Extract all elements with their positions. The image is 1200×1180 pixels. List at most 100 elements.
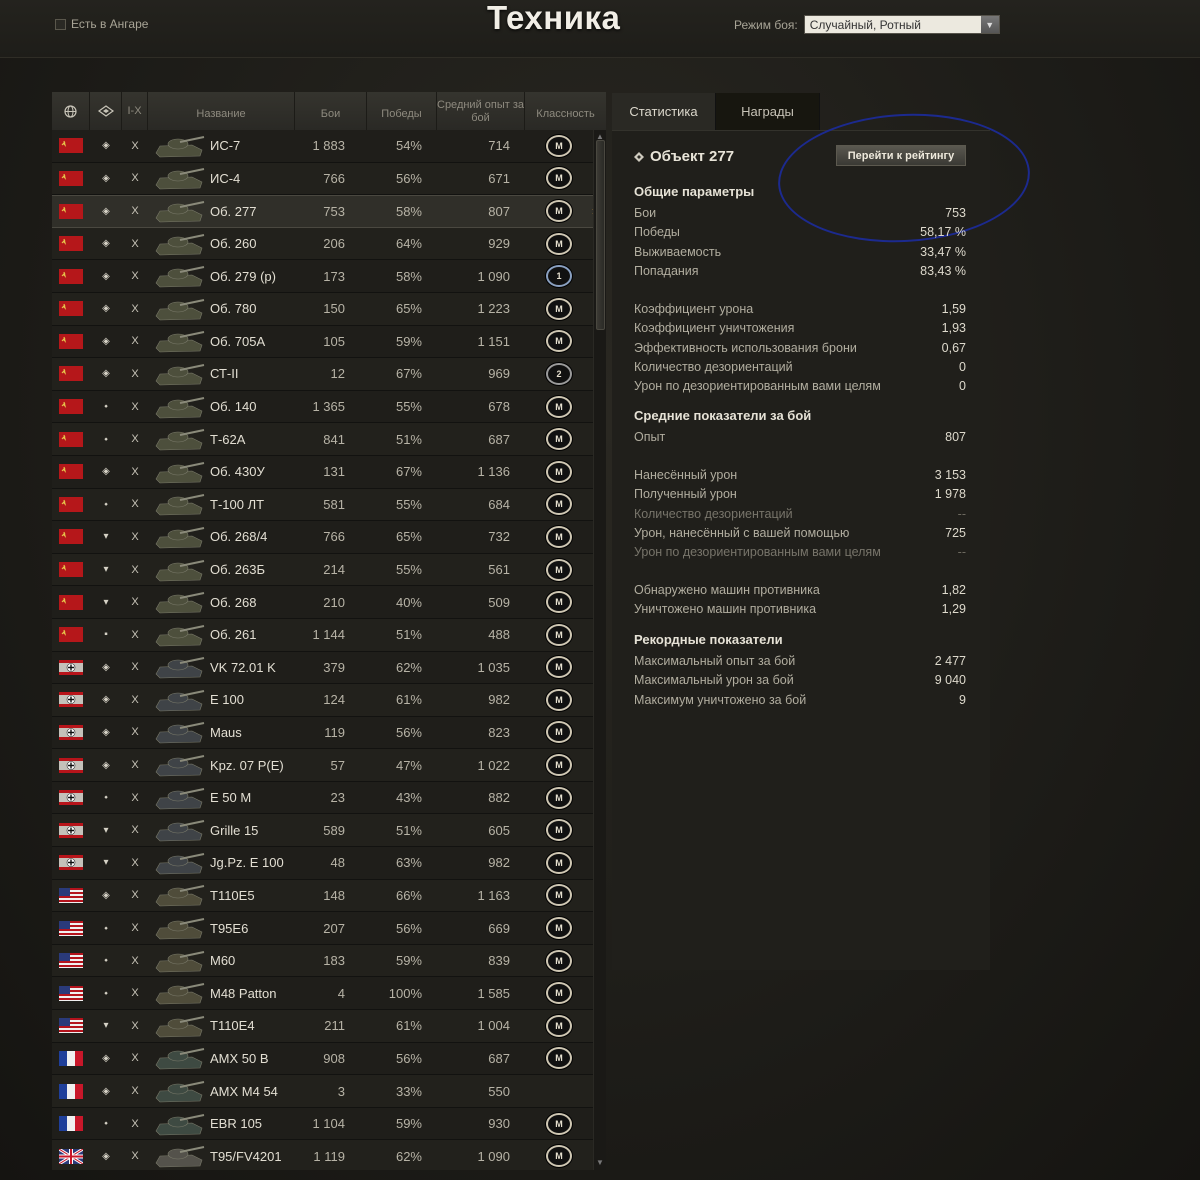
table-row[interactable]: ◈ X Об. 260 206 64% 929 M xyxy=(52,227,593,261)
wins-cell: 58% xyxy=(395,203,422,219)
ussr-flag-icon xyxy=(59,301,83,317)
wins-cell: 56% xyxy=(395,1050,422,1066)
sort-tier-header[interactable]: I-X xyxy=(122,92,148,130)
table-row[interactable]: ⬩ X E 50 M 23 43% 882 M xyxy=(52,781,593,815)
vehicle-name: Т-62А xyxy=(210,431,246,447)
table-row[interactable]: ◈ X Об. 705А 105 59% 1 151 M xyxy=(52,325,593,359)
in-hangar-filter[interactable]: Есть в Ангаре xyxy=(55,17,148,31)
in-hangar-checkbox[interactable] xyxy=(55,18,66,30)
tier-cell: X xyxy=(131,987,139,1000)
sort-name-header[interactable]: Название xyxy=(148,92,295,130)
mastery-cell: M xyxy=(525,884,593,907)
table-row[interactable]: ⬩ X EBR 105 1 104 59% 930 M xyxy=(52,1107,593,1141)
table-row[interactable]: ◈ X Об. 780 150 65% 1 223 M xyxy=(52,292,593,326)
table-row[interactable]: ▾ X T110E4 211 61% 1 004 M xyxy=(52,1010,593,1043)
stat-value: 2 477 xyxy=(934,654,966,668)
table-row[interactable]: ⬩ X T95E6 207 56% 669 M xyxy=(52,912,593,945)
table-row[interactable]: ◈ X T110E5 148 66% 1 163 M xyxy=(52,879,593,913)
ussr-flag-icon xyxy=(59,464,83,480)
battle-mode-select[interactable]: Случайный, Ротный ▼ xyxy=(803,15,1000,34)
tab-statistics[interactable]: Статистика xyxy=(612,93,716,130)
sort-mastery-header[interactable]: Классность xyxy=(525,92,606,130)
table-row[interactable]: ▾ X Jg.Pz. E 100 48 63% 982 M xyxy=(52,847,593,880)
table-row[interactable]: ◈XОб. 27775358%807M› xyxy=(52,195,596,228)
stat-label: Попадания xyxy=(634,263,699,278)
vehicle-name: Jg.Pz. E 100 xyxy=(210,855,284,871)
name-cell: Kpz. 07 P(E) xyxy=(148,750,295,780)
sort-battles-header[interactable]: Бои xyxy=(295,92,367,130)
battles-cell: 183 xyxy=(323,953,345,969)
tier-cell: X xyxy=(131,400,139,413)
wins-cell: 61% xyxy=(395,1018,422,1034)
tier-cell: X xyxy=(131,270,139,283)
mastery-badge-icon: M xyxy=(546,493,572,516)
vehicle-type-icon: ◈ xyxy=(102,205,110,217)
table-row[interactable]: ▾ X Об. 263Б 214 55% 561 M xyxy=(52,553,593,587)
mastery-badge-icon: M xyxy=(546,1047,572,1070)
table-row[interactable]: ◈ X ИС-4 766 56% 671 M xyxy=(52,162,593,196)
avg-exp-cell: 684 xyxy=(488,496,510,512)
table-row[interactable]: ⬩ X M48 Patton 4 100% 1 585 M xyxy=(52,977,593,1011)
tank-icon xyxy=(155,135,205,158)
table-row[interactable]: ▾ X Grille 15 589 51% 605 M xyxy=(52,814,593,848)
sort-type-header[interactable] xyxy=(90,92,122,130)
nation-cell xyxy=(52,594,90,610)
scrollbar[interactable]: ▲ ▼ xyxy=(593,130,606,1170)
scroll-down-icon[interactable]: ▼ xyxy=(595,1158,605,1168)
chevron-down-icon[interactable]: ▼ xyxy=(980,16,999,33)
table-row[interactable]: ◈ X AMX 50 B 908 56% 687 M xyxy=(52,1042,593,1076)
section-general-title: Общие параметры xyxy=(634,184,755,199)
vehicle-name: СТ-II xyxy=(210,366,239,382)
mastery-badge-icon: M xyxy=(546,917,572,940)
table-row[interactable]: ⬩ X Т-62А 841 51% 687 M xyxy=(52,423,593,456)
battles-cell: 23 xyxy=(330,790,345,806)
tank-icon xyxy=(155,918,205,940)
vehicle-name: T110E5 xyxy=(210,887,255,903)
table-row[interactable]: ◈ X AMX M4 54 3 33% 550 xyxy=(52,1075,593,1108)
table-row[interactable]: ▾ X Об. 268/4 766 65% 732 M xyxy=(52,521,593,554)
table-row[interactable]: ◈ X Kpz. 07 P(E) 57 47% 1 022 M xyxy=(52,749,593,782)
battles-cell: 48 xyxy=(330,855,345,871)
table-row[interactable]: ◈ X VK 72.01 K 379 62% 1 035 M xyxy=(52,651,593,685)
sort-wins-header[interactable]: Победы xyxy=(367,92,437,130)
table-row[interactable]: ▪ X Об. 261 1 144 51% 488 M xyxy=(52,618,593,652)
stat-value: 0,67 xyxy=(941,340,966,355)
battles-cell: 119 xyxy=(324,724,345,740)
wins-cell: 56% xyxy=(395,170,422,186)
nation-cell xyxy=(52,1116,90,1132)
vehicle-name: ИС-7 xyxy=(210,138,241,154)
name-cell: Об. 430У xyxy=(148,457,295,487)
table-row[interactable]: ◈ X Maus 119 56% 823 M xyxy=(52,716,593,750)
tab-awards[interactable]: Награды xyxy=(716,93,820,130)
tank-icon xyxy=(155,331,205,353)
sort-nation-header[interactable] xyxy=(52,92,90,130)
table-row[interactable]: ⬩ X Об. 140 1 365 55% 678 M xyxy=(52,390,593,424)
sort-avg-exp-header[interactable]: Средний опыт за бой xyxy=(437,92,525,130)
tier-cell: X xyxy=(131,530,139,543)
battles-cell: 12 xyxy=(330,366,345,382)
nation-cell xyxy=(52,138,90,154)
scrollbar-thumb[interactable] xyxy=(596,140,605,330)
wins-cell: 66% xyxy=(395,887,422,903)
mastery-badge-icon: M xyxy=(546,819,572,842)
table-row[interactable]: ◈ X СТ-II 12 67% 969 2 xyxy=(52,358,593,391)
table-row[interactable]: ◈ X ИС-7 1 883 54% 714 M xyxy=(52,130,593,163)
tank-icon xyxy=(155,494,205,516)
avg-exp-cell: 1 090 xyxy=(477,1148,510,1164)
table-row[interactable]: ⬩ X Т-100 ЛТ 581 55% 684 M xyxy=(52,488,593,522)
stat-row: Полученный урон 1 978 xyxy=(634,487,966,501)
stat-row: Коэффициент уничтожения 1,93 xyxy=(634,321,966,335)
table-row[interactable]: ◈ X T95/FV4201 1 119 62% 1 090 M xyxy=(52,1140,593,1170)
tier-cell: X xyxy=(131,726,139,739)
stat-label: Бои xyxy=(634,206,657,220)
nation-cell xyxy=(52,822,90,838)
table-row[interactable]: ◈ X Об. 430У 131 67% 1 136 M xyxy=(52,455,593,489)
table-row[interactable]: ⬩ X M60 183 59% 839 M xyxy=(52,944,593,978)
germany-flag-icon xyxy=(59,724,83,740)
stat-label: Урон по дезориентированным вами целям xyxy=(634,545,881,560)
stat-row: Уничтожено машин противника 1,29 xyxy=(634,602,966,616)
stat-label: Коэффициент уничтожения xyxy=(634,321,795,336)
table-row[interactable]: ◈ X E 100 124 61% 982 M xyxy=(52,684,593,717)
table-row[interactable]: ◈ X Об. 279 (р) 173 58% 1 090 1 xyxy=(52,260,593,293)
table-row[interactable]: ▾ X Об. 268 210 40% 509 M xyxy=(52,586,593,619)
